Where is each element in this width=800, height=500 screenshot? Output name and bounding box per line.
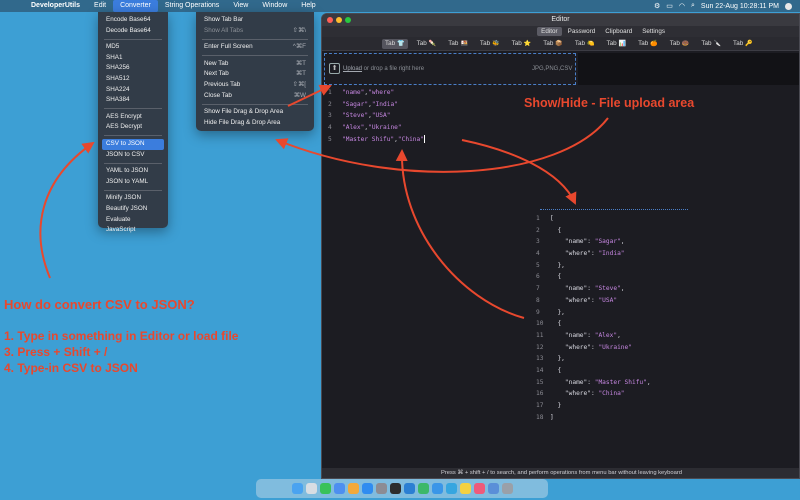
arrow-to-upload-area xyxy=(287,84,332,107)
annotation-arrows xyxy=(39,84,609,319)
annotation-title: How do convert CSV to JSON? xyxy=(4,297,195,312)
arrow-input-to-output xyxy=(461,139,577,205)
arrow-callout-to-view-menu xyxy=(275,117,609,173)
annotation-step: 1. Type in something in Editor or load f… xyxy=(4,329,239,343)
annotation-steps: 1. Type in something in Editor or load f… xyxy=(4,328,238,376)
annotation-step: 3. Press + Shift + / xyxy=(4,345,108,359)
arrow-to-converter-menu xyxy=(39,141,95,279)
annotation-upload-callout: Show/Hide - File upload area xyxy=(524,96,695,110)
arrow-output-to-input xyxy=(395,149,525,319)
annotation-step: 4. Type-in CSV to JSON xyxy=(4,361,138,375)
